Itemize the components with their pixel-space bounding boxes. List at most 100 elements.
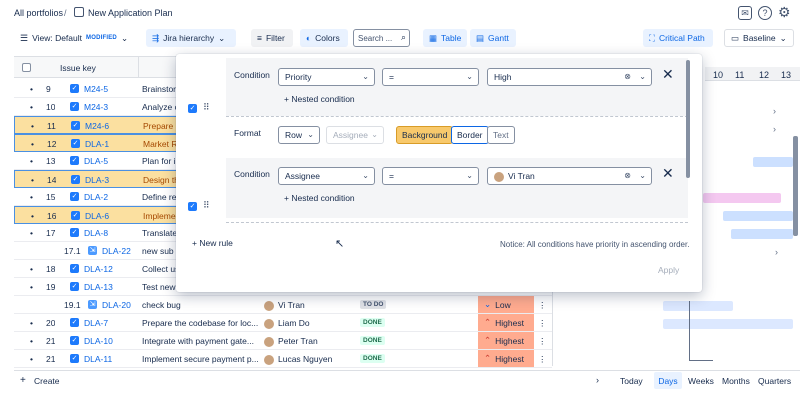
rule-checkbox[interactable]: ✓	[188, 202, 197, 211]
clear-icon[interactable]: ⊗	[624, 171, 631, 180]
drag-handle-icon[interactable]: ⠿	[203, 200, 210, 211]
issue-key-link[interactable]: M24-6	[85, 121, 109, 131]
feedback-icon[interactable]: ✉	[738, 6, 752, 20]
priority-cell[interactable]: ⌃ Highest	[478, 332, 534, 349]
hierarchy-button[interactable]: ⇶ Jira hierarchy ⌄	[146, 29, 236, 47]
issue-key-link[interactable]: M24-3	[84, 102, 108, 112]
weeks-button[interactable]: Weeks	[688, 376, 714, 386]
table-row[interactable]: • 20 ✓ DLA-7 Prepare the codebase for loc...…	[14, 314, 552, 332]
assignee-cell[interactable]: Vi Tran	[264, 300, 305, 311]
breadcrumb-plan[interactable]: New Application Plan	[88, 8, 173, 18]
rule-checkbox[interactable]: ✓	[188, 104, 197, 113]
nested-condition-button[interactable]: + Nested condition	[284, 94, 355, 104]
issue-summary[interactable]: Test new	[142, 282, 176, 292]
issue-key-link[interactable]: DLA-8	[84, 228, 108, 238]
baseline-button[interactable]: ▭ Baseline ⌄	[724, 29, 794, 47]
issue-summary[interactable]: Plan for in	[142, 156, 180, 166]
issue-key-link[interactable]: DLA-22	[102, 246, 131, 256]
issue-summary[interactable]: Integrate with payment gate...	[142, 336, 254, 346]
new-rule-button[interactable]: + New rule	[192, 238, 233, 248]
row-more-icon[interactable]: ⋮	[538, 318, 547, 329]
gantt-scrollbar[interactable]	[793, 136, 798, 236]
chevron-right-icon[interactable]: ›	[596, 375, 599, 385]
assignee-cell[interactable]: Liam Do	[264, 318, 310, 329]
create-button[interactable]: Create	[34, 376, 60, 386]
select-all-checkbox[interactable]	[22, 63, 31, 72]
row-more-icon[interactable]: ⋮	[538, 336, 547, 347]
issue-key-link[interactable]: DLA-10	[84, 336, 113, 346]
search-input[interactable]: Search ... ⌕	[353, 29, 410, 47]
gantt-bar[interactable]	[703, 193, 781, 203]
nested-condition-button[interactable]: + Nested condition	[284, 193, 355, 203]
priority-cell[interactable]: ⌃ Highest	[478, 314, 534, 331]
issue-key-link[interactable]: DLA-5	[84, 156, 108, 166]
issue-summary[interactable]: Implemen	[143, 211, 180, 221]
row-more-icon[interactable]: ⋮	[538, 354, 547, 365]
remove-condition-icon[interactable]: ✕	[662, 165, 674, 182]
operator-select[interactable]: = ⌄	[382, 167, 479, 185]
status-badge[interactable]: DONE	[360, 318, 385, 327]
colors-button[interactable]: ◐ Colors	[300, 29, 348, 47]
issue-key-link[interactable]: DLA-7	[84, 318, 108, 328]
issue-summary[interactable]: Translate	[142, 228, 177, 238]
breadcrumb-root[interactable]: All portfolios	[14, 8, 63, 18]
filter-button[interactable]: ≡ Filter	[251, 29, 293, 47]
gantt-bar[interactable]	[723, 211, 793, 221]
modal-scrollbar[interactable]	[686, 60, 690, 178]
field-select[interactable]: Priority ⌄	[278, 68, 375, 86]
issue-key-link[interactable]: DLA-2	[84, 192, 108, 202]
clear-icon[interactable]: ⊗	[624, 72, 631, 81]
issue-summary[interactable]: Prepare e	[143, 121, 180, 131]
gantt-bar[interactable]	[753, 157, 793, 167]
issue-key-link[interactable]: DLA-1	[85, 139, 109, 149]
issue-key-link[interactable]: DLA-12	[84, 264, 113, 274]
help-icon[interactable]: ?	[758, 6, 772, 20]
gantt-bar[interactable]	[731, 229, 793, 239]
gantt-bar[interactable]	[663, 319, 793, 329]
issue-key-header[interactable]: Issue key	[60, 63, 96, 73]
background-option-button[interactable]: Background	[396, 126, 454, 144]
assignee-cell[interactable]: Lucas Nguyen	[264, 354, 332, 365]
days-button[interactable]: Days	[654, 372, 682, 389]
critical-path-button[interactable]: ⛶ Critical Path	[643, 29, 713, 47]
value-select[interactable]: High ⊗ ⌄	[487, 68, 652, 86]
operator-select[interactable]: = ⌄	[382, 68, 479, 86]
gantt-view-button[interactable]: ▤ Gantt	[470, 29, 516, 47]
issue-key-link[interactable]: DLA-6	[85, 211, 109, 221]
table-row[interactable]: 19.1 ⇲ DLA-20 check bug Vi Tran TO DO ⌄ Low ⋮	[14, 296, 552, 314]
issue-key-link[interactable]: DLA-20	[102, 300, 131, 310]
format-scope-select[interactable]: Row ⌄	[278, 126, 320, 144]
text-option-button[interactable]: Text	[487, 126, 515, 144]
chevron-right-icon[interactable]: ›	[773, 106, 776, 116]
issue-summary[interactable]: Define re	[142, 192, 177, 202]
issue-key-link[interactable]: DLA-13	[84, 282, 113, 292]
status-badge[interactable]: DONE	[360, 336, 385, 345]
chevron-right-icon[interactable]: ›	[773, 124, 776, 134]
table-row[interactable]: • 21 ✓ DLA-11 Implement secure payment p... L…	[14, 350, 552, 368]
drag-handle-icon[interactable]: ⠿	[203, 102, 210, 113]
issue-summary[interactable]: check bug	[142, 300, 181, 310]
issue-summary[interactable]: Collect us	[142, 264, 179, 274]
remove-condition-icon[interactable]: ✕	[662, 66, 674, 83]
priority-cell[interactable]: ⌄ Low	[478, 296, 534, 313]
value-select[interactable]: Vi Tran ⊗ ⌄	[487, 167, 652, 185]
status-badge[interactable]: TO DO	[360, 300, 387, 309]
table-view-button[interactable]: ▦ Table	[423, 29, 467, 47]
quarters-button[interactable]: Quarters	[758, 376, 791, 386]
view-selector-button[interactable]: ☰ View: Default MODIFIED ⌄	[14, 29, 138, 47]
status-badge[interactable]: DONE	[360, 354, 385, 363]
settings-gear-icon[interactable]: ⚙	[778, 4, 791, 21]
chevron-right-icon[interactable]: ›	[775, 247, 778, 257]
field-select[interactable]: Assignee ⌄	[278, 167, 375, 185]
issue-key-link[interactable]: DLA-11	[84, 354, 112, 364]
issue-summary[interactable]: Analyze c	[142, 102, 179, 112]
issue-summary[interactable]: Implement secure payment p...	[142, 354, 259, 364]
row-more-icon[interactable]: ⋮	[538, 300, 547, 311]
gantt-bar[interactable]	[663, 301, 733, 311]
border-option-button[interactable]: Border	[451, 126, 489, 144]
issue-key-link[interactable]: M24-5	[84, 84, 108, 94]
issue-summary[interactable]: Prepare the codebase for loc...	[142, 318, 258, 328]
issue-key-link[interactable]: DLA-3	[85, 175, 109, 185]
table-row[interactable]: • 21 ✓ DLA-10 Integrate with payment gate...…	[14, 332, 552, 350]
priority-cell[interactable]: ⌃ Highest	[478, 350, 534, 367]
